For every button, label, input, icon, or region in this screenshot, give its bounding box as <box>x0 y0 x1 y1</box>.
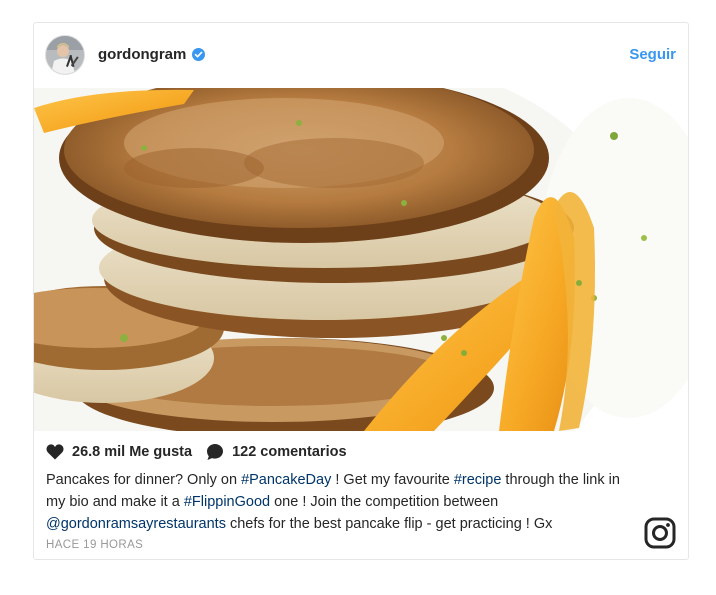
comments-count: 122 comentarios <box>232 444 347 460</box>
hashtag-link[interactable]: #PancakeDay <box>241 472 331 488</box>
caption-text: ! Get my favourite <box>331 472 454 488</box>
hashtag-link[interactable]: #FlippinGood <box>184 494 270 510</box>
likes-count: 26.8 mil Me gusta <box>72 444 193 460</box>
heart-icon[interactable] <box>46 444 64 460</box>
likes-stat[interactable]: 26.8 mil Me gusta <box>46 444 192 460</box>
hashtag-link[interactable]: #recipe <box>454 472 502 488</box>
follow-button[interactable]: Seguir <box>629 46 676 63</box>
post-timestamp[interactable]: HACE 19 HORAS <box>46 539 676 551</box>
avatar[interactable] <box>46 36 84 74</box>
instagram-embed-card: gordongram Seguir 26.8 mil Me gusta 122 … <box>33 22 689 560</box>
instagram-logo-icon[interactable] <box>644 517 676 549</box>
mention-link[interactable]: @gordonramsayrestaurants <box>46 516 226 532</box>
post-photo[interactable] <box>34 88 688 431</box>
post-header: gordongram Seguir <box>34 23 688 88</box>
post-meta: 26.8 mil Me gusta 122 comentarios Pancak… <box>46 441 676 551</box>
username-row[interactable]: gordongram <box>98 46 206 63</box>
caption-text: one ! Join the competition between <box>270 494 499 510</box>
comments-stat[interactable]: 122 comentarios <box>206 443 347 461</box>
verified-badge-icon <box>192 48 206 61</box>
comment-bubble-icon[interactable] <box>206 443 224 461</box>
post-caption: Pancakes for dinner? Only on #PancakeDay… <box>46 469 636 535</box>
username[interactable]: gordongram <box>98 46 186 63</box>
caption-text: Pancakes for dinner? Only on <box>46 472 242 488</box>
engagement-stats: 26.8 mil Me gusta 122 comentarios <box>46 441 676 463</box>
caption-text: chefs for the best pancake flip - get pr… <box>225 516 553 532</box>
